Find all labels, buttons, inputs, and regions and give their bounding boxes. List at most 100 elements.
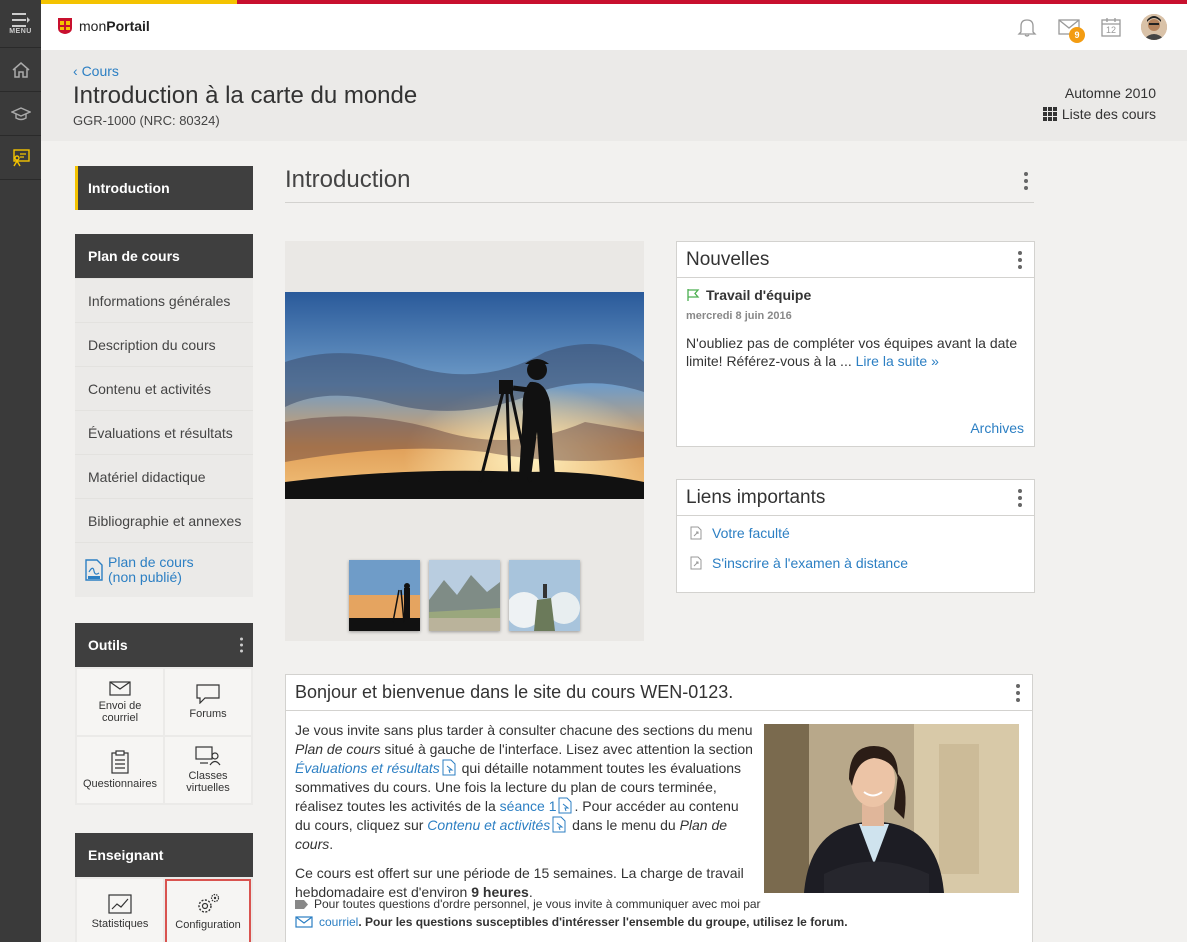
course-list-label: Liste des cours — [1061, 106, 1156, 122]
tool-virtual-classes[interactable]: Classes virtuelles — [165, 737, 251, 803]
thumb-surveyor-image — [349, 560, 420, 631]
back-to-courses-link[interactable]: ‹ Cours — [73, 63, 119, 79]
sidebar-tools: Outils Envoi de courriel Forums Question… — [75, 623, 253, 805]
teacher-board-icon — [12, 148, 30, 166]
evaluations-link[interactable]: Évaluations et résultats — [295, 760, 440, 776]
calendar-button[interactable]: 12 — [1099, 15, 1123, 39]
news-item-date: mercredi 8 juin 2016 — [686, 310, 792, 322]
text: . — [329, 836, 334, 852]
tools-more-icon[interactable] — [240, 637, 243, 653]
left-rail: MENU — [0, 0, 41, 942]
gallery-thumb-3[interactable] — [509, 560, 580, 631]
plan-heading[interactable]: Plan de cours — [75, 234, 253, 278]
news-heading-label: Nouvelles — [686, 248, 770, 270]
gallery-thumb-2[interactable] — [429, 560, 500, 631]
welcome-heading-label: Bonjour et bienvenue dans le site du cou… — [295, 682, 734, 702]
welcome-text: Je vous invite sans plus tarder à consul… — [295, 721, 753, 912]
bell-icon — [1017, 19, 1037, 37]
news-heading: Nouvelles — [677, 242, 1034, 278]
image-gallery — [285, 241, 644, 641]
text: situé à gauche de l'interface. Lisez ave… — [380, 741, 753, 757]
welcome-paragraph-1: Je vous invite sans plus tarder à consul… — [295, 721, 753, 854]
brand[interactable]: mon Portail — [57, 17, 150, 35]
links-card: Liens importants Votre faculté S'inscrir… — [676, 479, 1035, 593]
envelope-icon — [295, 916, 313, 928]
read-more-link[interactable]: Lire la suite » — [856, 353, 939, 369]
brand-prefix: mon — [79, 18, 107, 34]
gears-icon — [198, 893, 220, 913]
link-examen-label: S'inscrire à l'examen à distance — [712, 555, 908, 571]
course-code: GGR-1000 (NRC: 80324) — [73, 113, 220, 128]
page-more-icon[interactable] — [1024, 172, 1028, 190]
sidebar-item-evaluations[interactable]: Évaluations et résultats — [75, 410, 253, 454]
home-button[interactable] — [0, 48, 41, 92]
sidebar-intro: Introduction — [75, 166, 253, 210]
menu-label: MENU — [9, 27, 32, 35]
personal-note: Pour toutes questions d'ordre personnel,… — [295, 897, 761, 911]
forum-note: courriel. Pour les questions susceptible… — [295, 915, 848, 929]
courses-button[interactable] — [0, 92, 41, 136]
teacher-button[interactable] — [0, 136, 41, 180]
gallery-thumb-1[interactable] — [349, 560, 420, 631]
hero-image[interactable] — [285, 292, 644, 499]
hamburger-icon — [11, 12, 30, 27]
page-pointer-icon — [552, 816, 566, 833]
sidebar-item-bibliographie[interactable]: Bibliographie et annexes — [75, 498, 253, 542]
tool-statistics[interactable]: Statistiques — [77, 879, 163, 942]
page-pointer-icon — [442, 759, 456, 776]
grid-icon — [1042, 107, 1057, 121]
news-item-title-text: Travail d'équipe — [706, 287, 812, 303]
page-pointer-icon — [558, 797, 572, 814]
link-faculte[interactable]: Votre faculté — [690, 525, 790, 541]
welcome-more-icon[interactable] — [1016, 683, 1020, 702]
surveyor-sunset-image — [285, 292, 644, 499]
tool-questionnaires-label: Questionnaires — [83, 778, 157, 790]
seance-link[interactable]: séance 1 — [500, 798, 557, 814]
external-link-icon — [690, 526, 702, 540]
teacher-heading: Enseignant — [75, 833, 253, 877]
personal-note-text: Pour toutes questions d'ordre personnel,… — [314, 897, 761, 911]
sidebar-item-introduction[interactable]: Introduction — [75, 166, 253, 210]
course-header: ‹ Cours Introduction à la carte du monde… — [41, 50, 1187, 141]
plan-pdf-link[interactable]: Plan de cours (non publié) — [75, 542, 253, 597]
welcome-card: Bonjour et bienvenue dans le site du cou… — [285, 674, 1033, 942]
tool-configuration[interactable]: Configuration — [165, 879, 251, 942]
sidebar-item-informations[interactable]: Informations générales — [75, 278, 253, 322]
flag-icon — [687, 289, 700, 301]
link-examen[interactable]: S'inscrire à l'examen à distance — [690, 555, 908, 571]
tag-icon — [295, 899, 308, 909]
tool-statistics-label: Statistiques — [91, 918, 149, 930]
thumb-mountains-image — [429, 560, 500, 631]
email-teacher-link[interactable]: courriel — [319, 915, 358, 929]
sidebar-item-contenu[interactable]: Contenu et activités — [75, 366, 253, 410]
user-avatar[interactable] — [1141, 14, 1167, 40]
sidebar-teacher: Enseignant Statistiques Configuration — [75, 833, 253, 942]
links-more-icon[interactable] — [1018, 488, 1022, 507]
tool-email[interactable]: Envoi de courriel — [77, 669, 163, 735]
tools-heading: Outils — [75, 623, 253, 667]
news-item-title[interactable]: Travail d'équipe — [686, 287, 811, 303]
menu-button[interactable]: MENU — [0, 0, 41, 48]
archives-link[interactable]: Archives — [970, 420, 1024, 436]
messages-button[interactable]: 9 — [1057, 15, 1085, 43]
course-list-link[interactable]: Liste des cours — [1042, 106, 1156, 122]
sidebar-item-materiel[interactable]: Matériel didactique — [75, 454, 253, 498]
external-link-icon — [690, 556, 702, 570]
news-more-icon[interactable] — [1018, 250, 1022, 269]
tool-questionnaires[interactable]: Questionnaires — [77, 737, 163, 803]
sidebar-item-description[interactable]: Description du cours — [75, 322, 253, 366]
chart-icon — [108, 894, 132, 914]
virtual-class-icon — [195, 746, 221, 766]
contenu-link[interactable]: Contenu et activités — [427, 817, 550, 833]
top-icons: 9 12 — [1015, 14, 1167, 43]
notifications-button[interactable] — [1015, 15, 1039, 39]
tools-grid: Envoi de courriel Forums Questionnaires … — [75, 667, 253, 805]
text: Je vous invite sans plus tarder à consul… — [295, 722, 753, 738]
avatar-image — [1141, 14, 1167, 40]
links-heading: Liens importants — [677, 480, 1034, 516]
tool-forums[interactable]: Forums — [165, 669, 251, 735]
plan-emphasis: Plan de cours — [295, 741, 381, 757]
back-label: Cours — [81, 63, 119, 79]
page-title: Introduction — [285, 166, 411, 193]
pdf-line1: Plan de cours — [108, 554, 194, 570]
